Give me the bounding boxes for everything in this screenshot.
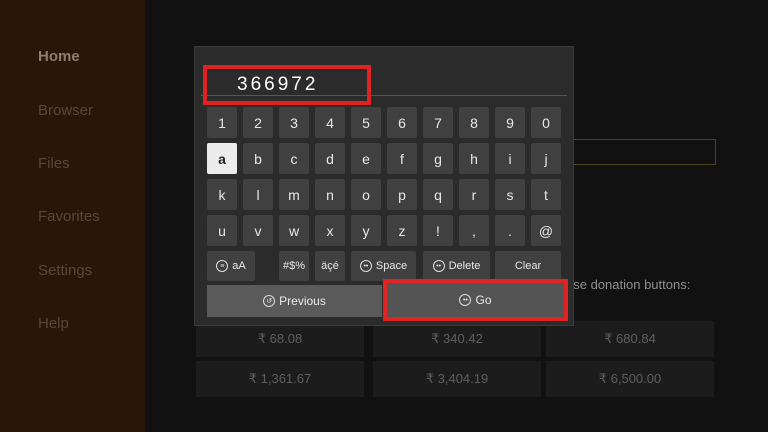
donation-button[interactable]: ₹ 6,500.00 xyxy=(546,361,714,397)
space-label: Space xyxy=(375,260,408,272)
url-field[interactable] xyxy=(560,139,716,165)
key-![interactable]: ! xyxy=(423,215,453,246)
delete-key[interactable]: •• Delete xyxy=(423,251,490,281)
cycle-icon: ≡ xyxy=(216,260,229,272)
key-6[interactable]: 6 xyxy=(387,107,417,138)
key-w[interactable]: w xyxy=(279,215,309,246)
key-3[interactable]: 3 xyxy=(279,107,309,138)
key-s[interactable]: s xyxy=(495,179,525,210)
key-m[interactable]: m xyxy=(279,179,309,210)
onscreen-keyboard: 366972 1234567890 abcdefghij klmnopqrst uvw… xyxy=(194,46,574,326)
key-h[interactable]: h xyxy=(459,143,489,174)
key-j[interactable]: j xyxy=(531,143,561,174)
key-q[interactable]: q xyxy=(423,179,453,210)
previous-button[interactable]: ↺ Previous xyxy=(207,285,382,317)
previous-label: Previous xyxy=(279,294,326,308)
donation-button[interactable]: ₹ 3,404.19 xyxy=(373,361,541,397)
key-d[interactable]: d xyxy=(315,143,345,174)
key-c[interactable]: c xyxy=(279,143,309,174)
button-icon: •• xyxy=(432,260,445,272)
donation-button[interactable]: ₹ 68.08 xyxy=(196,321,364,357)
key-y[interactable]: y xyxy=(351,215,381,246)
key-l[interactable]: l xyxy=(243,179,273,210)
key-i[interactable]: i xyxy=(495,143,525,174)
key-u[interactable]: u xyxy=(207,215,237,246)
code-input-value: 366972 xyxy=(237,74,319,95)
space-key[interactable]: •• Space xyxy=(351,251,416,281)
sidebar-item-home[interactable]: Home xyxy=(38,48,80,65)
case-toggle-key[interactable]: ≡ aA xyxy=(207,251,255,281)
code-input-field[interactable]: 366972 xyxy=(203,65,371,105)
delete-label: Delete xyxy=(448,260,481,272)
accents-key[interactable]: äçé xyxy=(315,251,345,281)
key-.[interactable]: . xyxy=(495,215,525,246)
button-icon: •• xyxy=(459,294,472,306)
key-x[interactable]: x xyxy=(315,215,345,246)
key-7[interactable]: 7 xyxy=(423,107,453,138)
key-8[interactable]: 8 xyxy=(459,107,489,138)
sidebar-item-help[interactable]: Help xyxy=(38,315,69,332)
sidebar: Home Browser Files Favorites Settings He… xyxy=(0,0,145,432)
key-v[interactable]: v xyxy=(243,215,273,246)
key-1[interactable]: 1 xyxy=(207,107,237,138)
case-toggle-label: aA xyxy=(232,260,246,272)
clear-key[interactable]: Clear xyxy=(495,251,561,281)
key-5[interactable]: 5 xyxy=(351,107,381,138)
key-0[interactable]: 0 xyxy=(531,107,561,138)
go-label: Go xyxy=(475,293,492,307)
key-e[interactable]: e xyxy=(351,143,381,174)
donation-prompt: ase donation buttons: xyxy=(566,277,691,292)
key-a[interactable]: a xyxy=(207,143,237,174)
sidebar-item-files[interactable]: Files xyxy=(38,155,70,172)
key-g[interactable]: g xyxy=(423,143,453,174)
donation-button[interactable]: ₹ 680.84 xyxy=(546,321,714,357)
key-o[interactable]: o xyxy=(351,179,381,210)
key-p[interactable]: p xyxy=(387,179,417,210)
key-z[interactable]: z xyxy=(387,215,417,246)
key-9[interactable]: 9 xyxy=(495,107,525,138)
back-icon: ↺ xyxy=(263,295,276,307)
button-icon: •• xyxy=(359,260,372,272)
key-k[interactable]: k xyxy=(207,179,237,210)
keyboard-divider xyxy=(201,95,567,96)
key-4[interactable]: 4 xyxy=(315,107,345,138)
key-b[interactable]: b xyxy=(243,143,273,174)
donation-button[interactable]: ₹ 1,361.67 xyxy=(196,361,364,397)
key-n[interactable]: n xyxy=(315,179,345,210)
key-,[interactable]: , xyxy=(459,215,489,246)
sidebar-item-browser[interactable]: Browser xyxy=(38,102,93,119)
key-2[interactable]: 2 xyxy=(243,107,273,138)
sidebar-item-favorites[interactable]: Favorites xyxy=(38,208,100,225)
key-r[interactable]: r xyxy=(459,179,489,210)
donation-button[interactable]: ₹ 340.42 xyxy=(373,321,541,357)
sidebar-item-settings[interactable]: Settings xyxy=(38,262,92,279)
key-t[interactable]: t xyxy=(531,179,561,210)
key-@[interactable]: @ xyxy=(531,215,561,246)
key-f[interactable]: f xyxy=(387,143,417,174)
symbols-key[interactable]: #$% xyxy=(279,251,309,281)
go-button[interactable]: •• Go xyxy=(383,279,568,321)
